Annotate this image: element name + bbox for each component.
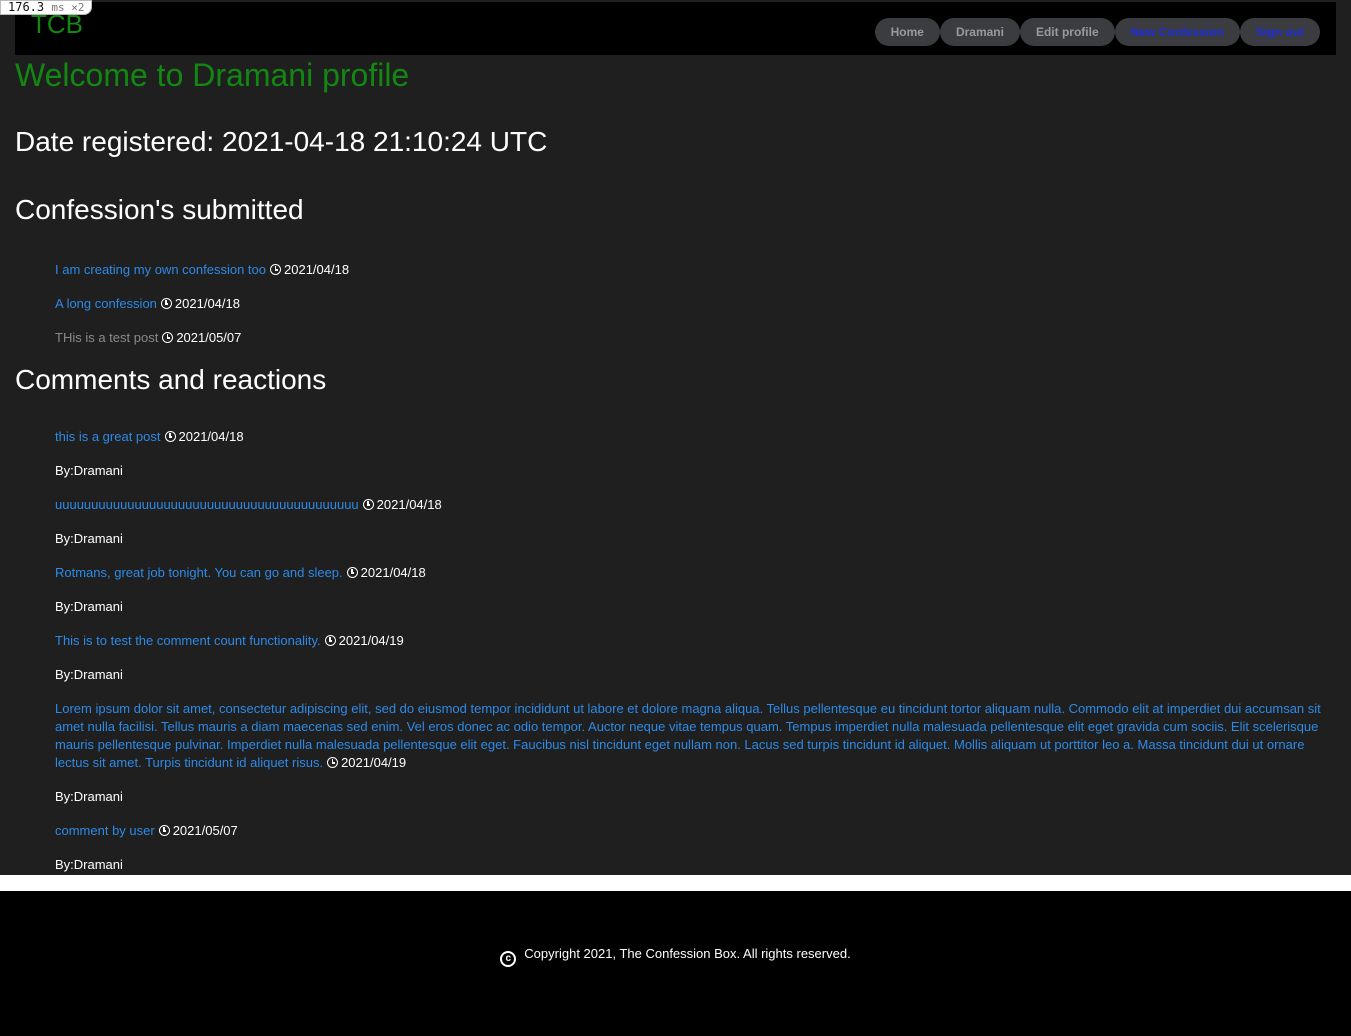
nav-new-confession[interactable]: New Confession xyxy=(1114,18,1240,46)
comment-item: This is to test the comment count functi… xyxy=(55,632,404,650)
comment-author: By:Dramani xyxy=(55,599,123,614)
comment-link[interactable]: comment by user xyxy=(55,823,155,838)
confession-link[interactable]: A long confession xyxy=(55,296,157,311)
comment-item: uuuuuuuuuuuuuuuuuuuuuuuuuuuuuuuuuuuuuuuu… xyxy=(55,496,442,514)
confession-link[interactable]: THis is a test post xyxy=(55,330,158,345)
comment-date: 2021/04/18 xyxy=(376,497,442,512)
comment-item: Rotmans, great job tonight. You can go a… xyxy=(55,564,426,582)
comment-date: 2021/04/18 xyxy=(178,429,244,444)
navbar: TCB Home Dramani Edit profile New Confes… xyxy=(15,2,1336,55)
copyright-icon: c xyxy=(500,951,517,967)
confessions-heading: Confession's submitted xyxy=(15,194,304,225)
clock-icon xyxy=(164,431,176,442)
main-content: Welcome to Dramani profile Date register… xyxy=(0,55,1351,875)
comment-author: By:Dramani xyxy=(55,789,123,804)
nav-links: Home Dramani Edit profile New Confession… xyxy=(874,18,1320,46)
comment-link[interactable]: uuuuuuuuuuuuuuuuuuuuuuuuuuuuuuuuuuuuuuuu… xyxy=(55,497,359,512)
list-item: THis is a test post 2021/05/07 xyxy=(55,329,241,347)
clock-icon xyxy=(270,264,281,275)
perf-value: 176.3 xyxy=(8,0,45,14)
perf-badge: 176.3 ms ×2 xyxy=(0,0,93,15)
comment-item: this is a great post 2021/04/18 xyxy=(55,428,244,446)
comment-link[interactable]: this is a great post xyxy=(55,429,161,444)
comment-date: 2021/05/07 xyxy=(172,823,238,838)
comment-link[interactable]: This is to test the comment count functi… xyxy=(55,633,321,648)
footer: c Copyright 2021, The Confession Box. All… xyxy=(0,891,1351,1036)
clock-icon xyxy=(362,499,374,510)
comment-author: By:Dramani xyxy=(55,531,123,546)
clock-icon xyxy=(158,825,170,836)
nav-sign-out[interactable]: Sign out xyxy=(1240,18,1320,46)
clock-icon xyxy=(327,757,339,768)
comment-link[interactable]: Lorem ipsum dolor sit amet, consectetur … xyxy=(55,701,1321,770)
clock-icon xyxy=(160,298,172,309)
confession-date: 2021/05/07 xyxy=(176,330,242,345)
comment-date: 2021/04/19 xyxy=(338,633,404,648)
confession-date: 2021/04/18 xyxy=(284,262,350,277)
comment-item: comment by user 2021/05/07 xyxy=(55,822,238,840)
nav-home[interactable]: Home xyxy=(874,18,940,46)
comment-author: By:Dramani xyxy=(55,857,123,872)
clock-icon xyxy=(324,635,336,646)
list-item: I am creating my own confession too 2021/… xyxy=(55,261,349,279)
list-item: A long confession 2021/04/18 xyxy=(55,295,240,313)
copyright-line: c Copyright 2021, The Confession Box. All… xyxy=(0,946,1351,967)
confession-link[interactable]: I am creating my own confession too xyxy=(55,262,266,277)
date-registered: Date registered: 2021-04-18 21:10:24 UTC xyxy=(15,126,548,157)
nav-edit-profile[interactable]: Edit profile xyxy=(1019,18,1115,46)
nav-profile[interactable]: Dramani xyxy=(939,18,1020,46)
comments-heading: Comments and reactions xyxy=(15,364,327,395)
comment-date: 2021/04/19 xyxy=(341,755,407,770)
copyright-text: Copyright 2021, The Confession Box. All … xyxy=(524,946,851,961)
comment-author: By:Dramani xyxy=(55,463,123,478)
confession-date: 2021/04/18 xyxy=(174,296,240,311)
clock-icon xyxy=(346,567,358,578)
page-title: Welcome to Dramani profile xyxy=(15,57,410,93)
perf-unit: ms ×2 xyxy=(51,1,85,14)
comment-author: By:Dramani xyxy=(55,667,123,682)
footer-divider xyxy=(0,875,1351,891)
clock-icon xyxy=(162,332,174,343)
comment-item: Lorem ipsum dolor sit amet, consectetur … xyxy=(55,700,1325,772)
comment-link[interactable]: Rotmans, great job tonight. You can go a… xyxy=(55,565,343,580)
comment-date: 2021/04/18 xyxy=(360,565,426,580)
